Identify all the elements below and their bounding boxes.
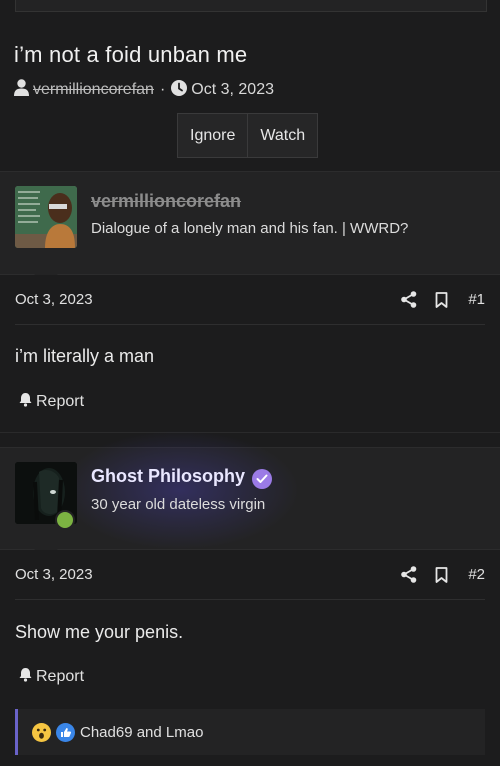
post-2-meta-bar: Oct 3, 2023 #2: [15, 550, 485, 600]
thread-action-buttons: Ignore Watch: [177, 113, 319, 158]
post-1-date-link[interactable]: Oct 3, 2023: [15, 291, 93, 308]
clock-icon: [171, 79, 188, 101]
reactions-text[interactable]: Chad69 and Lmao: [80, 724, 203, 741]
bell-icon: [18, 667, 36, 687]
post-1-body: i’m literally a man: [15, 346, 155, 366]
post-2-date-link[interactable]: Oct 3, 2023: [15, 566, 93, 583]
post-1-user-title: Dialogue of a lonely man and his fan. | …: [91, 220, 409, 237]
report-label: Report: [36, 668, 85, 685]
post-divider: [0, 432, 500, 433]
reactions-bar[interactable]: Chad69 and Lmao: [15, 709, 485, 755]
watch-button[interactable]: Watch: [247, 114, 317, 157]
post-1-username[interactable]: vermillioncorefan: [91, 191, 241, 212]
ignore-button[interactable]: Ignore: [178, 114, 247, 157]
post-2-number-link[interactable]: #2: [468, 566, 485, 583]
post-1-header-arrow: [34, 265, 58, 275]
avatar[interactable]: [15, 186, 77, 248]
thread-date-link[interactable]: Oct 3, 2023: [191, 81, 274, 99]
share-icon[interactable]: [401, 291, 417, 308]
report-label: Report: [36, 393, 85, 410]
bookmark-icon[interactable]: [435, 566, 448, 583]
post-2-username[interactable]: Ghost Philosophy: [91, 466, 273, 489]
previous-section-box: [15, 0, 487, 12]
post-1-number-link[interactable]: #1: [468, 291, 485, 308]
post-1-meta-bar: Oct 3, 2023 #1: [15, 275, 485, 325]
bookmark-icon[interactable]: [435, 291, 448, 308]
post-2-user-title: 30 year old dateless virgin: [91, 496, 266, 513]
thread-title: i’m not a foid unban me: [14, 42, 248, 67]
online-status-indicator: [55, 510, 75, 530]
like-reaction-icon: [56, 722, 75, 742]
verified-badge-icon: [252, 469, 273, 489]
post-2-report-button[interactable]: Report: [18, 667, 84, 687]
post-1-report-button[interactable]: Report: [18, 392, 84, 412]
share-icon[interactable]: [401, 566, 417, 583]
thread-author-link[interactable]: vermillioncorefan: [33, 81, 154, 99]
thread-meta: vermillioncorefan · Oct 3, 2023: [14, 79, 274, 101]
post-2-header-arrow: [34, 540, 58, 550]
bell-icon: [18, 392, 36, 412]
user-icon: [14, 79, 29, 101]
meta-separator: ·: [159, 81, 166, 98]
post-2-username-text: Ghost Philosophy: [91, 466, 246, 486]
wow-reaction-icon: [32, 722, 51, 742]
post-2-body: Show me your penis.: [15, 622, 184, 642]
